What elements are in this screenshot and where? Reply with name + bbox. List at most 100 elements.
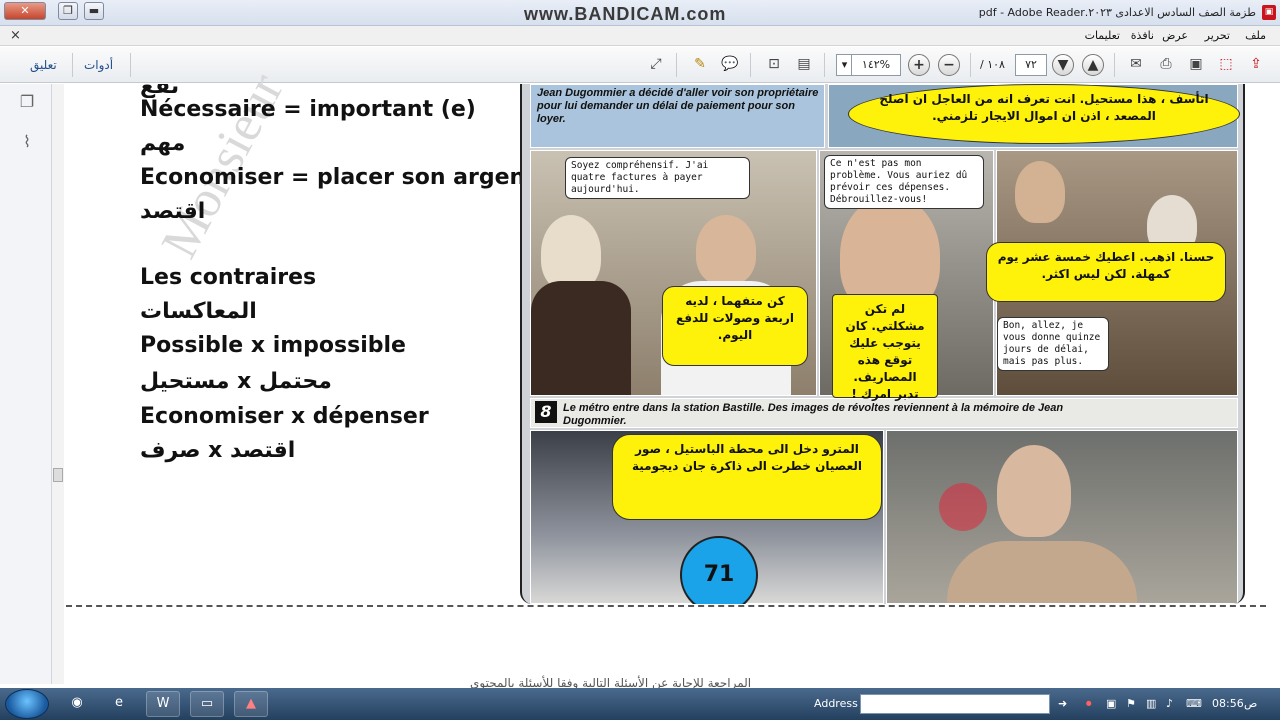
- toolbar-divider: [1114, 53, 1115, 77]
- annotate-pen-icon[interactable]: ✎: [688, 52, 712, 76]
- speech-bubble-fr-3: Bon, allez, je vous donne quinze jours d…: [997, 317, 1109, 371]
- fullscreen-icon[interactable]: ⤢: [644, 52, 668, 76]
- print-icon[interactable]: ⎙: [1154, 52, 1178, 76]
- page-number-field[interactable]: ٧٢: [1015, 54, 1047, 76]
- comic-caption-8: Le métro entre dans la station Bastille.…: [563, 402, 1064, 427]
- doc-line-4: اقتصد: [140, 199, 206, 224]
- comic-panel-caption: Jean Dugommier a décidé d'aller voir son…: [530, 84, 825, 148]
- speech-bubble-fr-2: Ce n'est pas mon problème. Vous auriez d…: [824, 155, 984, 209]
- next-page-icon[interactable]: ▼: [1052, 54, 1074, 76]
- fit-page-icon[interactable]: ⊡: [762, 52, 786, 76]
- doc-line-9: Economiser x dépenser: [140, 404, 429, 429]
- toolbar-divider: [676, 53, 677, 77]
- navigation-panel: ❐ ⌇: [0, 84, 52, 684]
- scroll-thumb[interactable]: [53, 468, 63, 482]
- word-icon[interactable]: W: [146, 691, 180, 717]
- minimize-window-button[interactable]: ▬: [84, 2, 104, 20]
- menu-bar: × ملف تحرير عرض نافذة تعليمات: [0, 26, 1280, 46]
- speech-bubble-fr-1: Soyez compréhensif. J'ai quatre factures…: [565, 157, 750, 199]
- address-toolbar-label: Address: [814, 697, 858, 710]
- page-number-badge: 71: [680, 536, 758, 604]
- character-landlord-body: [531, 281, 631, 395]
- toolbar-divider: [130, 53, 131, 77]
- email-icon[interactable]: ✉: [1124, 52, 1148, 76]
- cursor-highlight: [939, 483, 987, 531]
- doc-line-3: Economiser = placer son argent: [140, 165, 536, 190]
- arabic-bubble-3: لم تكن مشكلتي. كان يتوجب عليك توقع هذه ا…: [832, 294, 938, 401]
- close-document-icon[interactable]: ×: [10, 28, 21, 43]
- sticky-note-icon[interactable]: 💬: [718, 52, 742, 76]
- comment-pane-button[interactable]: تعليق: [30, 58, 57, 72]
- toolbar: تعليق أدوات ⤢ ✎ 💬 ⊡ ▤ ▾ ١٤٢% + − / ١٠٨ ٧…: [0, 47, 1280, 83]
- toolbar-divider: [970, 53, 971, 77]
- pdf-icon: ▣: [1262, 5, 1276, 20]
- character-jean-memory-face: [997, 445, 1071, 537]
- arabic-bubble-5: المترو دخل الى محطة الباستيل ، صور العصي…: [612, 434, 882, 520]
- record-icon[interactable]: ⏺: [1086, 697, 1092, 711]
- language-icon[interactable]: ⌨: [1186, 697, 1202, 710]
- arabic-bubble-4: حسنا. اذهب. اعطيك خمسة عشر يوم كمهلة. لك…: [986, 242, 1226, 302]
- character-landlord-head: [541, 215, 601, 291]
- export-pdf-icon[interactable]: ⇪: [1244, 52, 1268, 76]
- menu-view[interactable]: عرض: [1162, 29, 1188, 42]
- zoom-in-button[interactable]: +: [908, 54, 930, 76]
- doc-line-7: Possible x impossible: [140, 333, 406, 358]
- zoom-dropdown-icon[interactable]: ▾: [836, 54, 852, 76]
- panel-number-badge: 8: [535, 401, 557, 423]
- doc-line-10: صرف x اقتصد: [140, 438, 296, 463]
- address-dropdown-icon[interactable]: ▾: [1040, 695, 1046, 709]
- fit-width-icon[interactable]: ▤: [792, 52, 816, 76]
- create-pdf-icon[interactable]: ⬚: [1214, 52, 1238, 76]
- zoom-field[interactable]: ١٤٢%: [851, 54, 901, 76]
- go-arrow-icon[interactable]: ➜: [1058, 697, 1067, 710]
- chrome-icon[interactable]: ◉: [60, 691, 94, 717]
- doc-line-1: Nécessaire = important (e): [140, 97, 476, 122]
- vertical-scrollbar[interactable]: [52, 84, 64, 684]
- comic-strip-image: Jean Dugommier a décidé d'aller voir son…: [520, 84, 1245, 604]
- doc-line-2: مهم: [140, 131, 186, 156]
- page-break-line: [66, 605, 1266, 607]
- window-title: طزمة الصف السادس الاعدادى ٢٠٢٣.pdf - Ado…: [978, 6, 1256, 19]
- comic-caption-top: Jean Dugommier a décidé d'aller voir son…: [537, 87, 819, 125]
- doc-line-6: المعاكسات: [140, 299, 257, 324]
- previous-page-icon[interactable]: ▲: [1082, 54, 1104, 76]
- start-button[interactable]: [5, 689, 49, 719]
- volume-icon[interactable]: ♪: [1166, 697, 1173, 710]
- bandicam-watermark: www.BANDICAM.com: [524, 4, 727, 24]
- toolbar-divider: [750, 53, 751, 77]
- zoom-out-button[interactable]: −: [938, 54, 960, 76]
- ie-icon[interactable]: e: [102, 691, 136, 717]
- menu-help[interactable]: تعليمات: [1085, 29, 1120, 42]
- menu-file[interactable]: ملف: [1245, 29, 1266, 42]
- tools-pane-button[interactable]: أدوات: [84, 58, 113, 72]
- tray-icon-1[interactable]: ▣: [1106, 697, 1116, 710]
- clipped-top-line: نفع: [140, 84, 180, 98]
- menu-edit[interactable]: تحرير: [1205, 29, 1230, 42]
- clock-time[interactable]: 08:56: [1212, 697, 1244, 710]
- doc-line-5: Les contraires: [140, 265, 317, 290]
- close-window-button[interactable]: ✕: [4, 2, 46, 20]
- page-thumbnails-icon[interactable]: ❐: [16, 92, 38, 114]
- menu-window[interactable]: نافذة: [1131, 29, 1154, 42]
- save-icon[interactable]: ▣: [1184, 52, 1208, 76]
- attachments-icon[interactable]: ⌇: [16, 132, 38, 154]
- maximize-window-button[interactable]: ❐: [58, 2, 78, 20]
- character-back-head: [1015, 161, 1065, 223]
- toolbar-divider: [824, 53, 825, 77]
- address-input[interactable]: [860, 694, 1050, 714]
- title-bar: ✕ ❐ ▬ www.BANDICAM.com طزمة الصف السادس …: [0, 0, 1280, 26]
- windows-taskbar: ◉ e W ▭ ▲ Address ▾ ➜ ⏺ ▣ ⚑ ▥ ♪ ⌨ 08:56 …: [0, 688, 1280, 720]
- arabic-bubble-1: اتأسف ، هذا مستحيل. انت تعرف انه من العا…: [848, 84, 1240, 144]
- character-jean-head: [696, 215, 756, 285]
- clock-ampm: ص: [1244, 697, 1258, 710]
- adobe-reader-window: ✕ ❐ ▬ www.BANDICAM.com طزمة الصف السادس …: [0, 0, 1280, 720]
- notepad-icon[interactable]: ▭: [190, 691, 224, 717]
- tray-icon-2[interactable]: ⚑: [1126, 697, 1136, 710]
- acrobat-icon[interactable]: ▲: [234, 691, 268, 717]
- toolbar-divider: [72, 53, 73, 77]
- network-icon[interactable]: ▥: [1146, 697, 1156, 710]
- arabic-bubble-2: كن متفهما ، لديه اربعة وصولات للدفع اليو…: [662, 286, 808, 366]
- page-total-label: / ١٠٨: [980, 58, 1005, 71]
- character-jean-memory-body: [947, 541, 1137, 603]
- doc-line-8: مستحيل x محتمل: [140, 369, 332, 394]
